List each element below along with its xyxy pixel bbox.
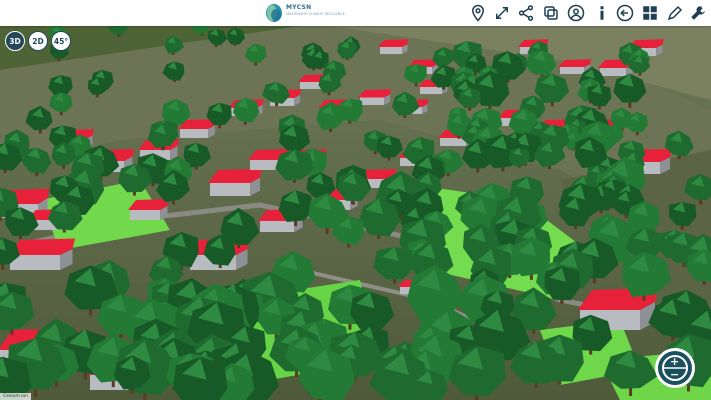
info-icon[interactable]: [592, 3, 612, 23]
top-toolbar: MYCSN MAXIMISING CLIMATE RESILIENCE: [0, 0, 711, 26]
share-icon[interactable]: [516, 3, 536, 23]
zoom-out-button[interactable]: −: [670, 369, 679, 380]
location-pin-icon[interactable]: [468, 3, 488, 23]
view-45-button[interactable]: 45°: [51, 31, 71, 51]
layers-icon[interactable]: [541, 3, 561, 23]
logo-title: MYCSN: [286, 4, 312, 11]
back-arrow-icon[interactable]: [615, 3, 635, 23]
zoom-control-inner: + −: [658, 351, 692, 385]
logo-subtitle: MAXIMISING CLIMATE RESILIENCE: [286, 12, 345, 16]
wrench-icon[interactable]: [688, 3, 708, 23]
map-attribution[interactable]: Cesium ion: [0, 393, 32, 400]
view-3d-button[interactable]: 3D: [5, 31, 25, 51]
zoom-control[interactable]: + −: [655, 348, 695, 388]
app-logo[interactable]: MYCSN MAXIMISING CLIMATE RESILIENCE: [262, 2, 345, 24]
view-2d-button[interactable]: 2D: [28, 31, 48, 51]
grid-icon[interactable]: [640, 3, 660, 23]
logo-leaf-icon: [266, 4, 282, 22]
map-3d-scene[interactable]: [0, 0, 711, 400]
building[interactable]: [208, 168, 262, 196]
expand-arrows-icon[interactable]: [492, 3, 512, 23]
user-icon[interactable]: [566, 3, 586, 23]
pencil-icon[interactable]: [665, 3, 685, 23]
zoom-in-button[interactable]: +: [670, 356, 679, 367]
